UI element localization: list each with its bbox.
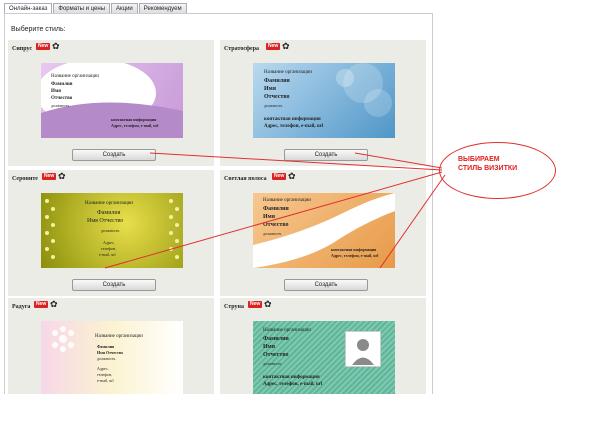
annotation-text: ВЫБИРАЕМ СТИЛЬ ВИЗИТКИ [458,156,518,172]
annotation-arrows [104,152,446,269]
arrow-line [104,171,443,269]
arrow-line [379,174,446,269]
arrow-line [149,152,443,171]
